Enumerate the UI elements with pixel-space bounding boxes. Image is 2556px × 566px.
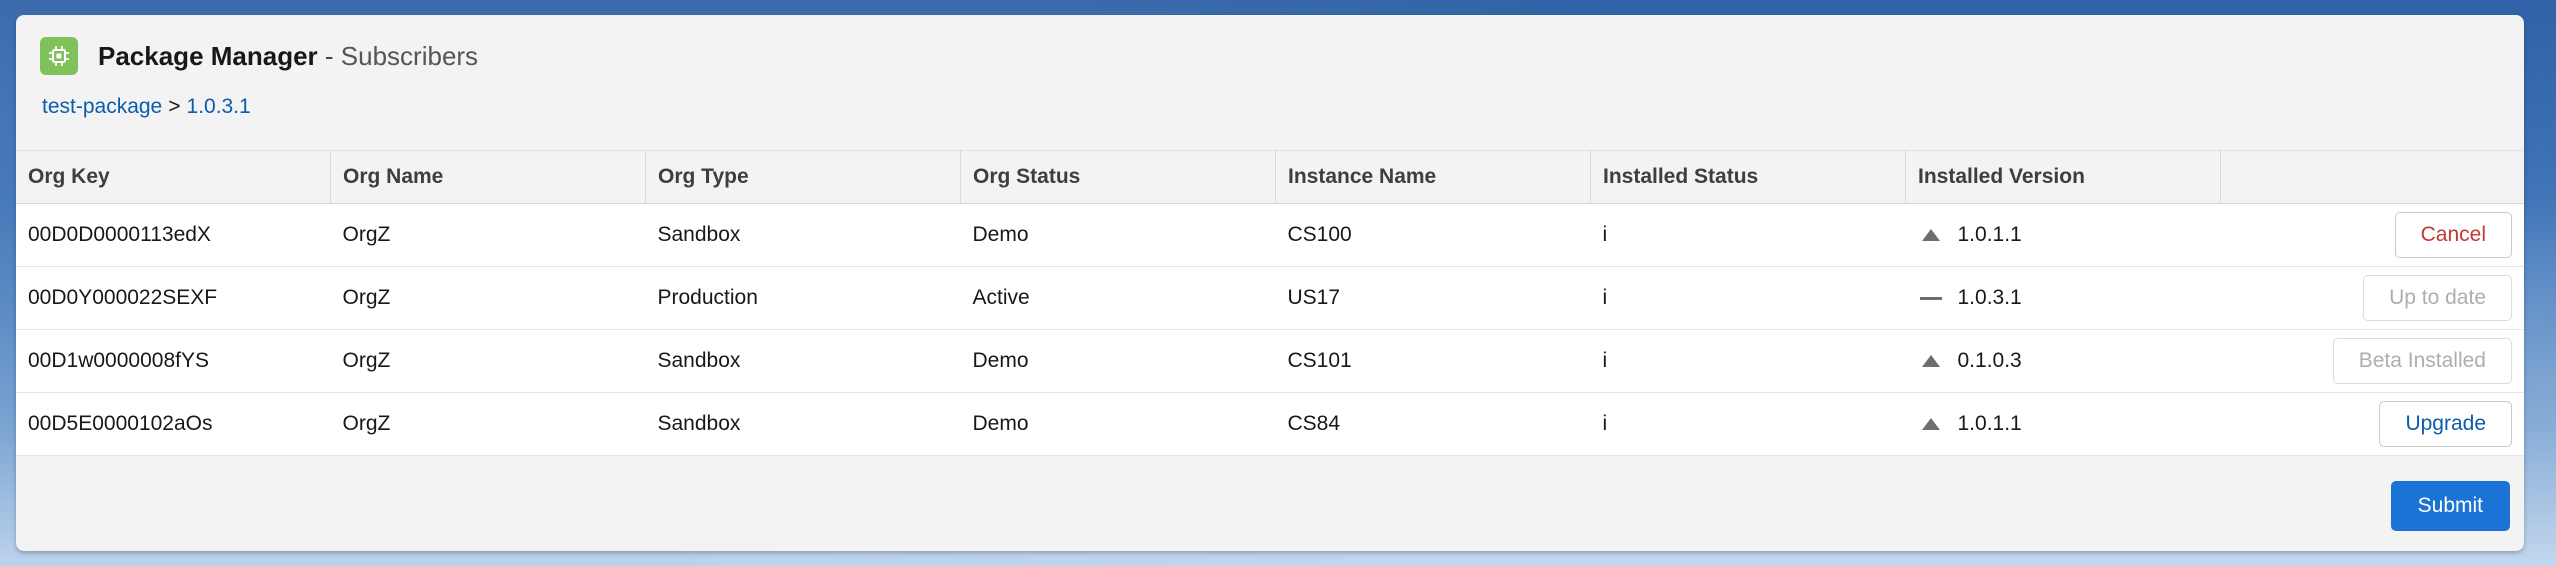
dash-icon	[1918, 286, 1944, 310]
subscribers-table: Org Key Org Name Org Type Org Status Ins…	[16, 150, 2524, 456]
page-title-sub: Subscribers	[340, 40, 479, 71]
column-header-instance-name[interactable]: Instance Name	[1275, 150, 1591, 204]
cell-installed-version: 1.0.1.1	[1905, 203, 2221, 267]
cell-org-type: Sandbox	[645, 329, 961, 393]
table-row: 00D0D0000113edX OrgZ Sandbox Demo CS100 …	[16, 203, 2524, 267]
chip-icon	[40, 37, 78, 75]
cell-org-status: Demo	[960, 203, 1276, 267]
column-header-org-key[interactable]: Org Key	[16, 150, 331, 204]
cell-org-type: Production	[645, 266, 961, 330]
breadcrumb-separator: >	[168, 95, 181, 118]
table-row: 00D5E0000102aOs OrgZ Sandbox Demo CS84 i…	[16, 392, 2524, 456]
column-header-actions	[2220, 150, 2524, 204]
cell-org-key: 00D1w0000008fYS	[16, 329, 331, 393]
cell-org-name: OrgZ	[330, 203, 646, 267]
breadcrumb: test-package >1.0.3.1	[42, 95, 251, 119]
cell-instance-name: CS101	[1275, 329, 1591, 393]
page-title: Package Manager - Subscribers	[98, 41, 478, 72]
cell-org-key: 00D0Y000022SEXF	[16, 266, 331, 330]
cell-org-status: Active	[960, 266, 1276, 330]
column-header-installed-status[interactable]: Installed Status	[1590, 150, 1906, 204]
cell-org-type: Sandbox	[645, 203, 961, 267]
column-header-org-name[interactable]: Org Name	[330, 150, 646, 204]
column-header-org-status[interactable]: Org Status	[960, 150, 1276, 204]
installed-version-value: 1.0.1.1	[1957, 223, 2022, 246]
cell-org-name: OrgZ	[330, 266, 646, 330]
cell-action: Cancel	[2220, 203, 2524, 267]
table-header-row: Org Key Org Name Org Type Org Status Ins…	[16, 150, 2524, 204]
cell-org-type: Sandbox	[645, 392, 961, 456]
cell-action: Beta Installed	[2220, 329, 2524, 393]
cell-installed-version: 1.0.1.1	[1905, 392, 2221, 456]
page-title-main: Package Manager	[98, 40, 318, 71]
cell-installed-version: 1.0.3.1	[1905, 266, 2221, 330]
cancel-button[interactable]: Cancel	[2394, 212, 2512, 258]
column-header-org-type[interactable]: Org Type	[645, 150, 961, 204]
up-to-date-button: Up to date	[2363, 275, 2512, 321]
cell-action: Up to date	[2220, 266, 2524, 330]
triangle-up-icon	[1918, 412, 1944, 436]
beta-installed-button: Beta Installed	[2332, 338, 2512, 384]
breadcrumb-package-link[interactable]: test-package	[42, 95, 162, 118]
cell-instance-name: CS84	[1275, 392, 1591, 456]
triangle-up-icon	[1918, 349, 1944, 373]
installed-version-value: 0.1.0.3	[1957, 349, 2022, 372]
cell-instance-name: CS100	[1275, 203, 1591, 267]
cell-installed-status: i	[1590, 266, 1906, 330]
cell-installed-status: i	[1590, 329, 1906, 393]
page-header: Package Manager - Subscribers	[40, 37, 478, 75]
breadcrumb-version-link[interactable]: 1.0.3.1	[187, 95, 251, 118]
cell-installed-status: i	[1590, 392, 1906, 456]
cell-installed-version: 0.1.0.3	[1905, 329, 2221, 393]
installed-version-value: 1.0.1.1	[1957, 412, 2022, 435]
column-header-installed-version[interactable]: Installed Version	[1905, 150, 2221, 204]
cell-action: Upgrade	[2220, 392, 2524, 456]
cell-org-status: Demo	[960, 329, 1276, 393]
cell-org-key: 00D5E0000102aOs	[16, 392, 331, 456]
cell-org-status: Demo	[960, 392, 1276, 456]
cell-org-name: OrgZ	[330, 392, 646, 456]
table-row: 00D1w0000008fYS OrgZ Sandbox Demo CS101 …	[16, 329, 2524, 393]
submit-button[interactable]: Submit	[2390, 481, 2510, 531]
installed-version-value: 1.0.3.1	[1957, 286, 2022, 309]
subscribers-card: Package Manager - Subscribers test-packa…	[16, 15, 2524, 551]
triangle-up-icon	[1918, 223, 1944, 247]
table-row: 00D0Y000022SEXF OrgZ Production Active U…	[16, 266, 2524, 330]
upgrade-button[interactable]: Upgrade	[2379, 401, 2512, 447]
cell-org-key: 00D0D0000113edX	[16, 203, 331, 267]
cell-org-name: OrgZ	[330, 329, 646, 393]
page-title-separator: -	[317, 40, 341, 71]
cell-installed-status: i	[1590, 203, 1906, 267]
cell-instance-name: US17	[1275, 266, 1591, 330]
